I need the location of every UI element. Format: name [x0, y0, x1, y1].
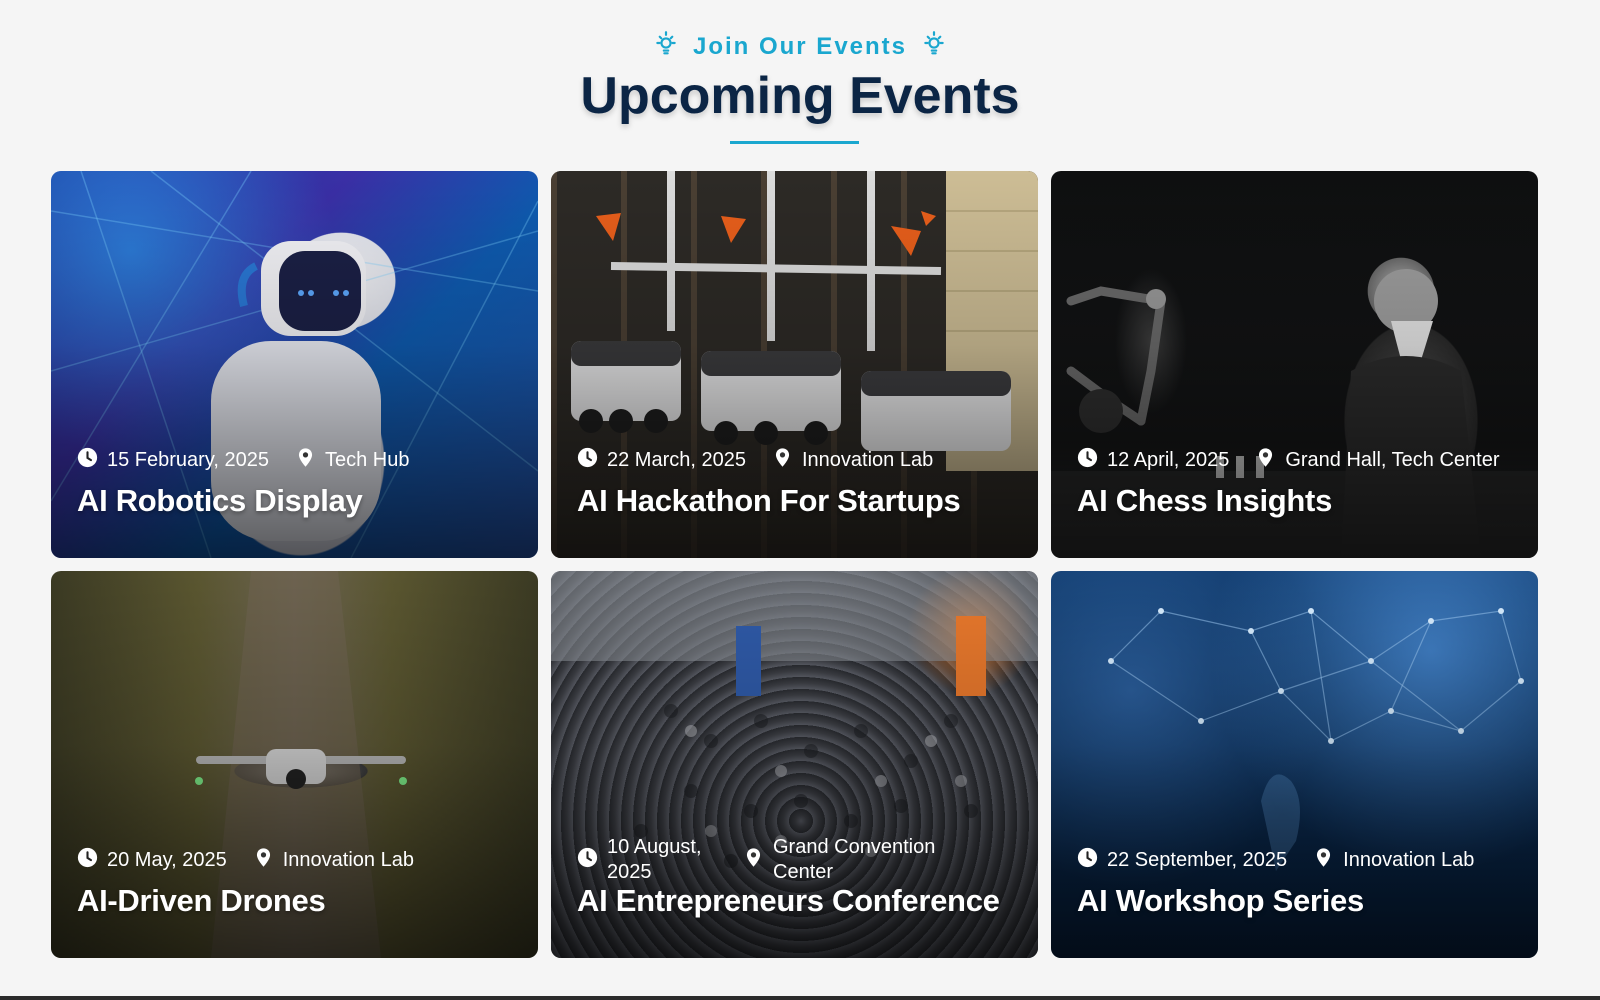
map-pin-icon [253, 847, 274, 874]
event-location-text: Grand Hall, Tech Center [1285, 448, 1500, 471]
clock-icon [1077, 447, 1098, 474]
lightbulb-icon [921, 30, 947, 63]
event-date-text: 12 April, 2025 [1107, 448, 1230, 471]
map-pin-icon [1313, 847, 1334, 874]
map-pin-icon [1255, 447, 1276, 474]
event-meta: 15 February, 2025 Tech Hub [77, 435, 518, 485]
title-underline [730, 141, 859, 144]
event-date: 10 August, 2025 [577, 835, 717, 885]
map-pin-icon [743, 847, 764, 874]
event-location: Tech Hub [295, 447, 410, 474]
event-meta: 22 September, 2025 Innovation Lab [1077, 835, 1518, 885]
event-location: Innovation Lab [253, 847, 414, 874]
event-location-text: Innovation Lab [282, 848, 414, 871]
event-date: 12 April, 2025 [1077, 447, 1229, 474]
event-date: 22 March, 2025 [577, 447, 746, 474]
event-card[interactable]: 22 March, 2025 Innovation Lab AI Hackath… [551, 171, 1038, 558]
section-tagline: Join Our Events [0, 30, 1600, 63]
clock-icon [77, 847, 98, 874]
event-meta: 10 August, 2025 Grand Convention Center [577, 835, 1018, 885]
clock-icon [77, 447, 98, 474]
event-location: Grand Hall, Tech Center [1255, 447, 1500, 474]
event-card[interactable]: 15 February, 2025 Tech Hub AI Robotics D… [51, 171, 538, 558]
event-location: Innovation Lab [772, 447, 933, 474]
events-grid: 15 February, 2025 Tech Hub AI Robotics D… [51, 171, 1538, 958]
event-title[interactable]: AI-Driven Drones [77, 883, 326, 919]
tagline-text: Join Our Events [692, 32, 908, 60]
event-meta: 20 May, 2025 Innovation Lab [77, 835, 518, 885]
event-date-text: 22 March, 2025 [607, 448, 746, 471]
lightbulb-icon [653, 30, 679, 63]
event-card[interactable]: 20 May, 2025 Innovation Lab AI-Driven Dr… [51, 571, 538, 958]
page-title: Upcoming Events [580, 67, 1020, 125]
clock-icon [1077, 847, 1098, 874]
event-date-text: 22 September, 2025 [1107, 848, 1288, 871]
event-title[interactable]: AI Workshop Series [1077, 883, 1364, 919]
event-location-text: Grand Convention Center [773, 836, 936, 883]
map-pin-icon [295, 447, 316, 474]
page-bottom-divider [0, 996, 1600, 1000]
event-date: 22 September, 2025 [1077, 847, 1287, 874]
event-card[interactable]: 22 September, 2025 Innovation Lab AI Wor… [1051, 571, 1538, 958]
event-date-text: 15 February, 2025 [107, 448, 269, 471]
event-location: Grand Convention Center [743, 835, 943, 885]
event-title[interactable]: AI Robotics Display [77, 483, 363, 519]
map-pin-icon [772, 447, 793, 474]
event-card[interactable]: 10 August, 2025 Grand Convention Center … [551, 571, 1038, 958]
event-location-text: Tech Hub [324, 448, 410, 471]
event-date: 15 February, 2025 [77, 447, 269, 474]
event-location-text: Innovation Lab [1343, 848, 1475, 871]
event-date-text: 10 August, 2025 [607, 836, 702, 883]
event-location: Innovation Lab [1313, 847, 1474, 874]
event-title[interactable]: AI Entrepreneurs Conference [577, 883, 1000, 919]
event-date-text: 20 May, 2025 [107, 848, 227, 871]
event-meta: 22 March, 2025 Innovation Lab [577, 435, 1018, 485]
clock-icon [577, 847, 598, 874]
event-date: 20 May, 2025 [77, 847, 227, 874]
event-title[interactable]: AI Hackathon For Startups [577, 483, 961, 519]
clock-icon [577, 447, 598, 474]
event-meta: 12 April, 2025 Grand Hall, Tech Center [1077, 435, 1518, 485]
event-card[interactable]: 12 April, 2025 Grand Hall, Tech Center A… [1051, 171, 1538, 558]
event-title[interactable]: AI Chess Insights [1077, 483, 1332, 519]
event-location-text: Innovation Lab [801, 448, 934, 471]
